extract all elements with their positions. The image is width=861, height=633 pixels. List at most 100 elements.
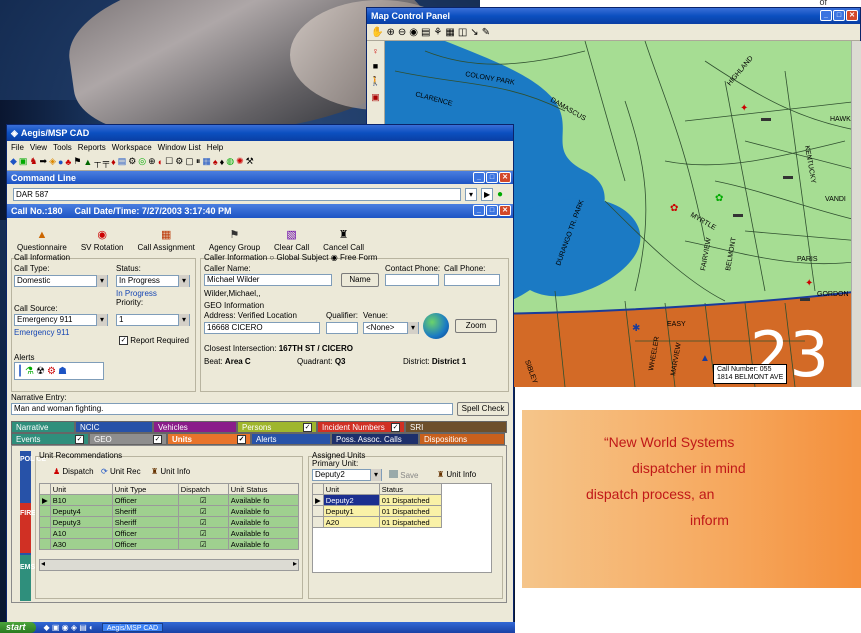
toolbar-icon[interactable]: ✺ bbox=[236, 156, 244, 167]
close-button[interactable]: ✕ bbox=[846, 10, 858, 21]
toolbar-icon[interactable]: ▦ bbox=[202, 156, 211, 167]
table-row[interactable]: A20 01 Dispatched bbox=[312, 516, 443, 528]
toolbar-icon[interactable]: ╤ bbox=[103, 157, 109, 167]
tab-alerts[interactable]: Alerts bbox=[251, 433, 331, 445]
command-dropdown-icon[interactable]: ▾ bbox=[465, 187, 477, 201]
toolbar-icon[interactable]: ▲ bbox=[83, 157, 92, 167]
alert-icon[interactable]: ☗ bbox=[58, 366, 67, 377]
persons-checkbox[interactable]: ✓ bbox=[303, 423, 312, 432]
side-tab-police[interactable]: POLICE bbox=[20, 451, 46, 501]
toolbar-icon[interactable]: ◎ bbox=[138, 156, 146, 167]
car-icon[interactable]: ▬ bbox=[783, 171, 793, 182]
column-header-unit-status[interactable]: Unit Status bbox=[227, 483, 300, 495]
table-row[interactable]: ▶ B10 Officer ☑ Available fo bbox=[39, 494, 300, 506]
table-row[interactable]: ▶ Deputy2 01 Dispatched bbox=[312, 494, 443, 506]
hand-icon[interactable]: ✋ bbox=[371, 27, 383, 38]
command-input[interactable]: DAR 587 bbox=[13, 187, 461, 201]
column-header-dispatch[interactable]: Dispatch bbox=[177, 483, 229, 495]
tab-geo[interactable]: GEO ✓ bbox=[89, 433, 167, 445]
menu-file[interactable]: File bbox=[11, 143, 24, 152]
cad-titlebar[interactable]: ◈ Aegis/MSP CAD bbox=[7, 125, 513, 141]
tab-incident-numbers[interactable]: Incident Numbers ✓ bbox=[317, 421, 405, 433]
command-green-icon[interactable]: ● bbox=[497, 189, 503, 200]
minimize-button[interactable]: _ bbox=[820, 10, 832, 21]
side-tab-ems[interactable]: EMS bbox=[20, 555, 35, 601]
scroll-left-icon[interactable]: ◂ bbox=[41, 559, 45, 568]
toolbar-icon[interactable]: ┬ bbox=[94, 157, 100, 167]
zoom-button[interactable]: Zoom bbox=[455, 319, 497, 333]
call-titlebar[interactable]: Call No.:180 Call Date/Time: 7/27/2003 3… bbox=[7, 204, 513, 218]
cancel-call-button[interactable]: ♜ Cancel Call bbox=[323, 228, 364, 252]
global-subject-radio[interactable]: ○ bbox=[269, 253, 274, 262]
toolbar-icon[interactable]: ▣ bbox=[19, 156, 28, 167]
column-header-unit-type[interactable]: Unit Type bbox=[111, 483, 179, 495]
zoom-out-icon[interactable]: ⊖ bbox=[398, 27, 406, 38]
window-icon[interactable]: ◫ bbox=[458, 27, 467, 38]
tab-poss-assoc-calls[interactable]: Poss. Assoc. Calls bbox=[331, 433, 419, 445]
toolbar-icon[interactable]: ☐ bbox=[165, 156, 173, 167]
column-header-status[interactable]: Status bbox=[378, 483, 443, 495]
sv-rotation-button[interactable]: ◉ SV Rotation bbox=[81, 228, 124, 252]
caller-name-field[interactable]: Michael Wilder bbox=[204, 274, 332, 286]
incident-numbers-checkbox[interactable]: ✓ bbox=[391, 423, 400, 432]
toolbar-icon[interactable]: ▢ bbox=[185, 156, 194, 167]
horizontal-scrollbar[interactable]: ◂ ▸ bbox=[39, 559, 299, 571]
car-icon[interactable]: ▬ bbox=[733, 209, 743, 220]
map-titlebar[interactable]: Map Control Panel _ □ ✕ bbox=[367, 8, 860, 24]
free-form-radio[interactable]: ◉ bbox=[331, 253, 338, 262]
call-phone-field[interactable] bbox=[444, 274, 500, 286]
minimize-button[interactable]: _ bbox=[473, 205, 485, 216]
close-button[interactable]: ✕ bbox=[499, 205, 511, 216]
unit-marker-icon[interactable]: ✦ bbox=[805, 278, 813, 289]
priority-select[interactable]: 1 bbox=[116, 314, 190, 326]
command-line-titlebar[interactable]: Command Line _ □ ✕ bbox=[7, 171, 513, 184]
menu-window-list[interactable]: Window List bbox=[158, 143, 201, 152]
alert-icon[interactable]: ┃ bbox=[17, 366, 23, 377]
walk-icon[interactable]: 🚶 bbox=[367, 76, 384, 87]
qualifier-field[interactable] bbox=[326, 322, 358, 334]
marker-icon[interactable]: ■ bbox=[367, 61, 384, 71]
column-header-unit[interactable]: Unit bbox=[49, 483, 113, 495]
layers-icon[interactable]: ▤ bbox=[421, 27, 430, 38]
start-button[interactable]: start bbox=[0, 622, 36, 633]
side-tab-fire[interactable]: FIRE bbox=[20, 503, 36, 553]
toolbar-icon[interactable]: ● bbox=[58, 157, 63, 167]
units-checkbox[interactable]: ✓ bbox=[237, 435, 246, 444]
toolbar-icon[interactable]: ⚙ bbox=[128, 156, 136, 167]
task-aegis-cad[interactable]: Aegis/MSP CAD bbox=[101, 623, 164, 632]
narrative-field[interactable]: Man and woman fighting. bbox=[11, 403, 453, 415]
clear-call-button[interactable]: ▧ Clear Call bbox=[274, 228, 309, 252]
menu-reports[interactable]: Reports bbox=[78, 143, 106, 152]
table-row[interactable]: Deputy1 01 Dispatched bbox=[312, 505, 443, 517]
call-assignment-button[interactable]: ▦ Call Assignment bbox=[138, 228, 195, 252]
venue-select[interactable]: <None> bbox=[363, 322, 419, 334]
close-button[interactable]: ✕ bbox=[499, 172, 511, 183]
person-icon[interactable]: ♀ bbox=[367, 46, 384, 56]
book-icon[interactable]: ▣ bbox=[367, 92, 384, 103]
toolbar-icon[interactable]: ♣ bbox=[65, 157, 71, 167]
save-button[interactable]: Save bbox=[389, 470, 418, 480]
agency-group-button[interactable]: ⚑ Agency Group bbox=[209, 228, 260, 252]
globe-icon[interactable]: ◉ bbox=[409, 27, 418, 38]
cell-dispatch-checkbox[interactable]: ☑ bbox=[177, 516, 229, 528]
scroll-right-icon[interactable]: ▸ bbox=[293, 559, 297, 568]
zoom-in-icon[interactable]: ⊕ bbox=[386, 27, 394, 38]
toolbar-icon[interactable]: ♠ bbox=[213, 157, 218, 167]
table-row[interactable]: A30 Officer ☑ Available fo bbox=[39, 538, 300, 550]
call-source-select[interactable]: Emergency 911 bbox=[14, 314, 108, 326]
menu-view[interactable]: View bbox=[30, 143, 47, 152]
alert-icon[interactable]: ⚙ bbox=[47, 366, 56, 377]
toolbar-icon[interactable]: ◈ bbox=[49, 156, 56, 167]
unit-marker-icon[interactable]: ✱ bbox=[632, 323, 640, 334]
name-button[interactable]: Name bbox=[341, 273, 379, 287]
radiation-icon[interactable]: ☢ bbox=[36, 366, 45, 377]
tab-units[interactable]: Units ✓ bbox=[167, 433, 251, 445]
pointer-icon[interactable]: ↘ bbox=[470, 27, 478, 38]
car-icon[interactable]: ▲ bbox=[700, 353, 710, 364]
paint-icon[interactable]: ✎ bbox=[482, 27, 490, 38]
tab-sri[interactable]: SRI bbox=[405, 421, 507, 433]
spell-check-button[interactable]: Spell Check bbox=[457, 402, 509, 416]
minimize-button[interactable]: _ bbox=[473, 172, 485, 183]
tab-dispositions[interactable]: Dispositions bbox=[419, 433, 505, 445]
cell-dispatch-checkbox[interactable]: ☑ bbox=[177, 538, 229, 550]
